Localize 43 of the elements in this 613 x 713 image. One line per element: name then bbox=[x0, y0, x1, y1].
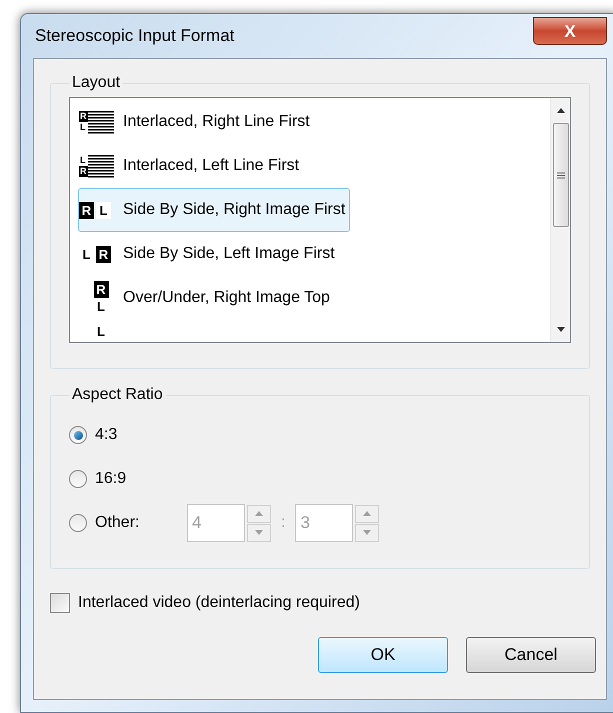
checkbox-label: Interlaced video (deinterlacing required) bbox=[78, 593, 360, 613]
group-title: Layout bbox=[71, 73, 122, 93]
window-title: Stereoscopic Input Format bbox=[35, 25, 236, 48]
dialog-button[interactable]: Cancel bbox=[466, 637, 596, 673]
list-item[interactable]: L bbox=[78, 320, 128, 342]
radio-label: 4:3 bbox=[95, 425, 118, 445]
lines-icon bbox=[88, 110, 114, 134]
item-label: Side By Side, Right Image First bbox=[123, 200, 346, 220]
grip-icon bbox=[556, 172, 564, 178]
ratio-separator: : bbox=[281, 513, 286, 533]
radio-label: 16:9 bbox=[95, 469, 128, 489]
icon-letter: L bbox=[96, 202, 111, 218]
list-item[interactable]: L R Interlaced, Left Line First bbox=[78, 144, 304, 188]
list-item[interactable]: R L Over/Under, Right Image Top bbox=[78, 276, 335, 320]
up-arrow-icon bbox=[255, 511, 263, 516]
icon-letter: R bbox=[94, 281, 108, 298]
up-arrow-icon bbox=[363, 511, 372, 516]
icon-letter: L bbox=[79, 122, 86, 133]
scroll-down-icon bbox=[556, 327, 564, 332]
list-item[interactable]: R L Side By Side, Right Image First bbox=[78, 188, 350, 232]
icon-letter: R bbox=[79, 202, 94, 218]
dialog-button[interactable]: OK bbox=[318, 637, 448, 673]
item-label: Over/Under, Right Image Top bbox=[123, 288, 330, 308]
lines-icon bbox=[88, 154, 114, 178]
group-title: Aspect Ratio bbox=[71, 385, 164, 405]
close-button[interactable]: X bbox=[533, 17, 607, 45]
item-label: Interlaced, Left Line First bbox=[123, 156, 300, 176]
item-label: Interlaced, Right Line First bbox=[123, 112, 310, 132]
down-arrow-icon bbox=[363, 530, 372, 535]
scroll-up-icon bbox=[556, 108, 564, 113]
down-arrow-icon bbox=[255, 530, 263, 535]
icon-letter: R bbox=[79, 111, 88, 122]
icon-letter: R bbox=[79, 166, 88, 177]
list-item[interactable]: L R Side By Side, Left Image First bbox=[78, 232, 340, 276]
radio-button[interactable] bbox=[69, 426, 87, 444]
radio-label: Other: bbox=[95, 513, 140, 533]
icon-letter: R bbox=[96, 246, 111, 262]
icon-letter: L bbox=[79, 155, 86, 166]
item-label: Side By Side, Left Image First bbox=[123, 244, 335, 264]
checkbox[interactable] bbox=[50, 593, 70, 613]
list-item[interactable]: R L Interlaced, Right Line First bbox=[78, 100, 315, 144]
radio-button[interactable] bbox=[69, 470, 87, 488]
radio-button[interactable] bbox=[69, 514, 87, 532]
